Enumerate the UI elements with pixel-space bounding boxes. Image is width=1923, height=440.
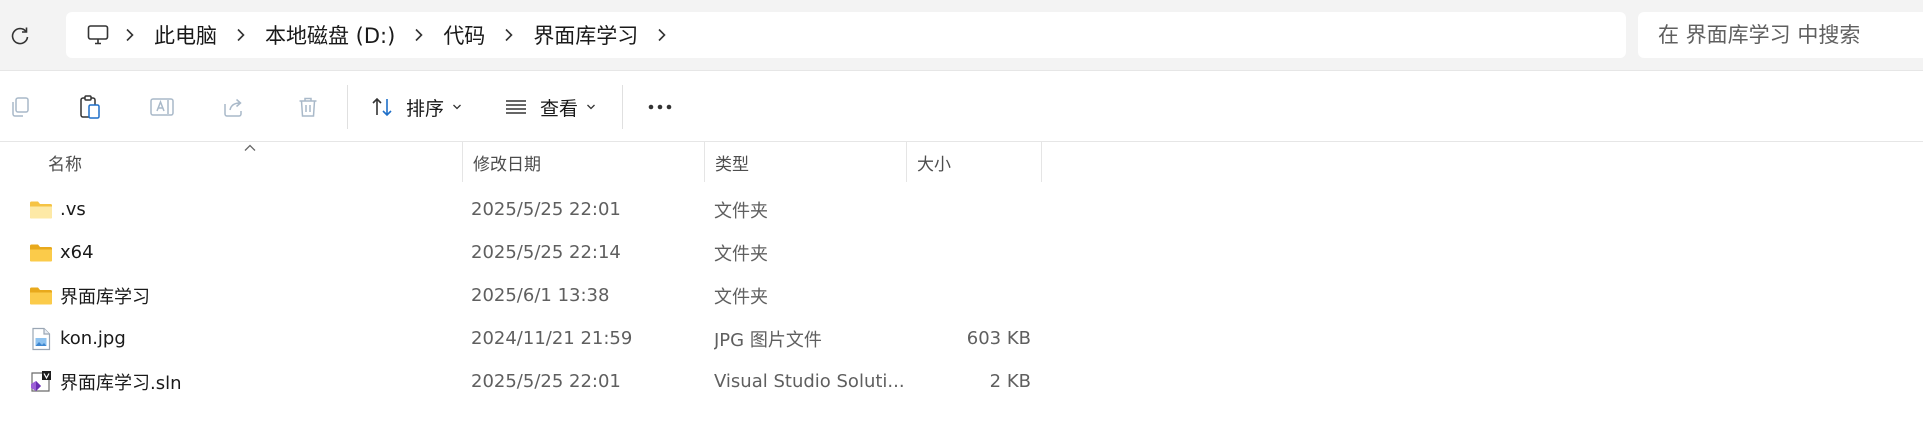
list-item[interactable]: 界面库学习.sln 2025/5/25 22:01 Visual Studio … (0, 360, 1923, 403)
breadcrumb-separator[interactable] (491, 12, 527, 58)
chevron-right-icon (126, 28, 134, 42)
copy-button[interactable] (0, 87, 40, 127)
file-size (905, 231, 1031, 274)
folder-icon (28, 231, 54, 274)
breadcrumb-separator[interactable] (401, 12, 437, 58)
column-header-size[interactable]: 大小 (907, 142, 1041, 182)
file-list: .vs 2025/5/25 22:01 文件夹 x64 2025/5/25 22… (0, 188, 1923, 403)
copy-icon (12, 97, 29, 117)
sort-icon (372, 97, 392, 117)
breadcrumb-local-disk[interactable]: 本地磁盘 (D:) (259, 20, 401, 50)
sort-button[interactable]: 排序 (370, 87, 470, 127)
folder-icon (28, 188, 54, 231)
folder-icon (28, 274, 54, 317)
rename-button[interactable] (142, 87, 182, 127)
chevron-down-icon (586, 103, 596, 111)
breadcrumb-separator[interactable] (223, 12, 259, 58)
column-resize-handle[interactable] (1041, 142, 1042, 182)
file-type: JPG 图片文件 (714, 329, 822, 351)
column-size-label: 大小 (917, 154, 951, 175)
file-size (905, 274, 1031, 317)
breadcrumb-current-folder[interactable]: 界面库学习 (527, 20, 644, 50)
column-header-row: 名称 修改日期 类型 大小 (0, 142, 1923, 182)
chevron-right-icon (658, 28, 666, 42)
list-item[interactable]: .vs 2025/5/25 22:01 文件夹 (0, 188, 1923, 231)
chevron-right-icon (237, 28, 245, 42)
file-date: 2024/11/21 21:59 (471, 328, 633, 349)
this-pc-button[interactable] (84, 21, 112, 49)
command-bar: 排序 查看 (0, 70, 1923, 142)
monitor-icon (87, 25, 109, 45)
clipboard-icon (80, 95, 100, 119)
share-button[interactable] (214, 87, 254, 127)
list-item[interactable]: 界面库学习 2025/6/1 13:38 文件夹 (0, 274, 1923, 317)
file-date: 2025/5/25 22:01 (471, 199, 621, 220)
more-icon (648, 104, 672, 110)
sort-label: 排序 (406, 97, 445, 120)
file-name: .vs (60, 199, 86, 220)
column-type-label: 类型 (715, 154, 749, 175)
view-button[interactable]: 查看 (504, 87, 604, 127)
file-date: 2025/5/25 22:01 (471, 371, 621, 392)
file-type: 文件夹 (714, 286, 768, 308)
view-label: 查看 (540, 97, 579, 120)
file-date: 2025/6/1 13:38 (471, 285, 610, 306)
search-input[interactable] (1658, 23, 1923, 47)
file-size: 603 KB (966, 328, 1031, 349)
address-bar[interactable]: 此电脑 本地磁盘 (D:) 代码 界面库学习 (66, 12, 1626, 58)
column-name-label: 名称 (48, 154, 82, 175)
file-date: 2025/5/25 22:14 (471, 242, 621, 263)
file-name: 界面库学习 (60, 286, 150, 308)
file-name: kon.jpg (60, 328, 126, 349)
column-date-label: 修改日期 (473, 154, 541, 175)
image-file-icon (28, 317, 54, 360)
more-options-button[interactable] (640, 87, 680, 127)
file-name: x64 (60, 242, 94, 263)
toolbar-divider (347, 85, 348, 129)
file-size: 2 KB (989, 371, 1031, 392)
sort-ascending-icon (242, 142, 258, 154)
rename-icon (150, 98, 174, 116)
file-type: Visual Studio Soluti... (714, 371, 904, 392)
delete-button[interactable] (288, 87, 328, 127)
breadcrumb-separator[interactable] (112, 12, 148, 58)
column-header-type[interactable]: 类型 (705, 142, 906, 182)
chevron-right-icon (415, 28, 423, 42)
chevron-right-icon (505, 28, 513, 42)
file-type: 文件夹 (714, 200, 768, 222)
address-row: 此电脑 本地磁盘 (D:) 代码 界面库学习 (0, 0, 1923, 70)
trash-icon (299, 97, 317, 117)
search-box[interactable] (1638, 12, 1923, 58)
breadcrumb-this-pc[interactable]: 此电脑 (148, 20, 223, 50)
list-item[interactable]: x64 2025/5/25 22:14 文件夹 (0, 231, 1923, 274)
file-name: 界面库学习.sln (60, 372, 182, 394)
breadcrumb-code[interactable]: 代码 (437, 20, 491, 50)
file-type: 文件夹 (714, 243, 768, 265)
visual-studio-solution-icon (28, 360, 54, 403)
toolbar-divider (622, 85, 623, 129)
share-icon (224, 98, 242, 117)
breadcrumb-separator[interactable] (644, 12, 680, 58)
refresh-icon (11, 27, 29, 45)
refresh-button[interactable] (6, 22, 34, 50)
file-size (905, 188, 1031, 231)
column-header-date[interactable]: 修改日期 (463, 142, 704, 182)
chevron-down-icon (452, 103, 462, 111)
list-item[interactable]: kon.jpg 2024/11/21 21:59 JPG 图片文件 603 KB (0, 317, 1923, 360)
view-list-icon (506, 100, 526, 114)
paste-button[interactable] (70, 87, 110, 127)
